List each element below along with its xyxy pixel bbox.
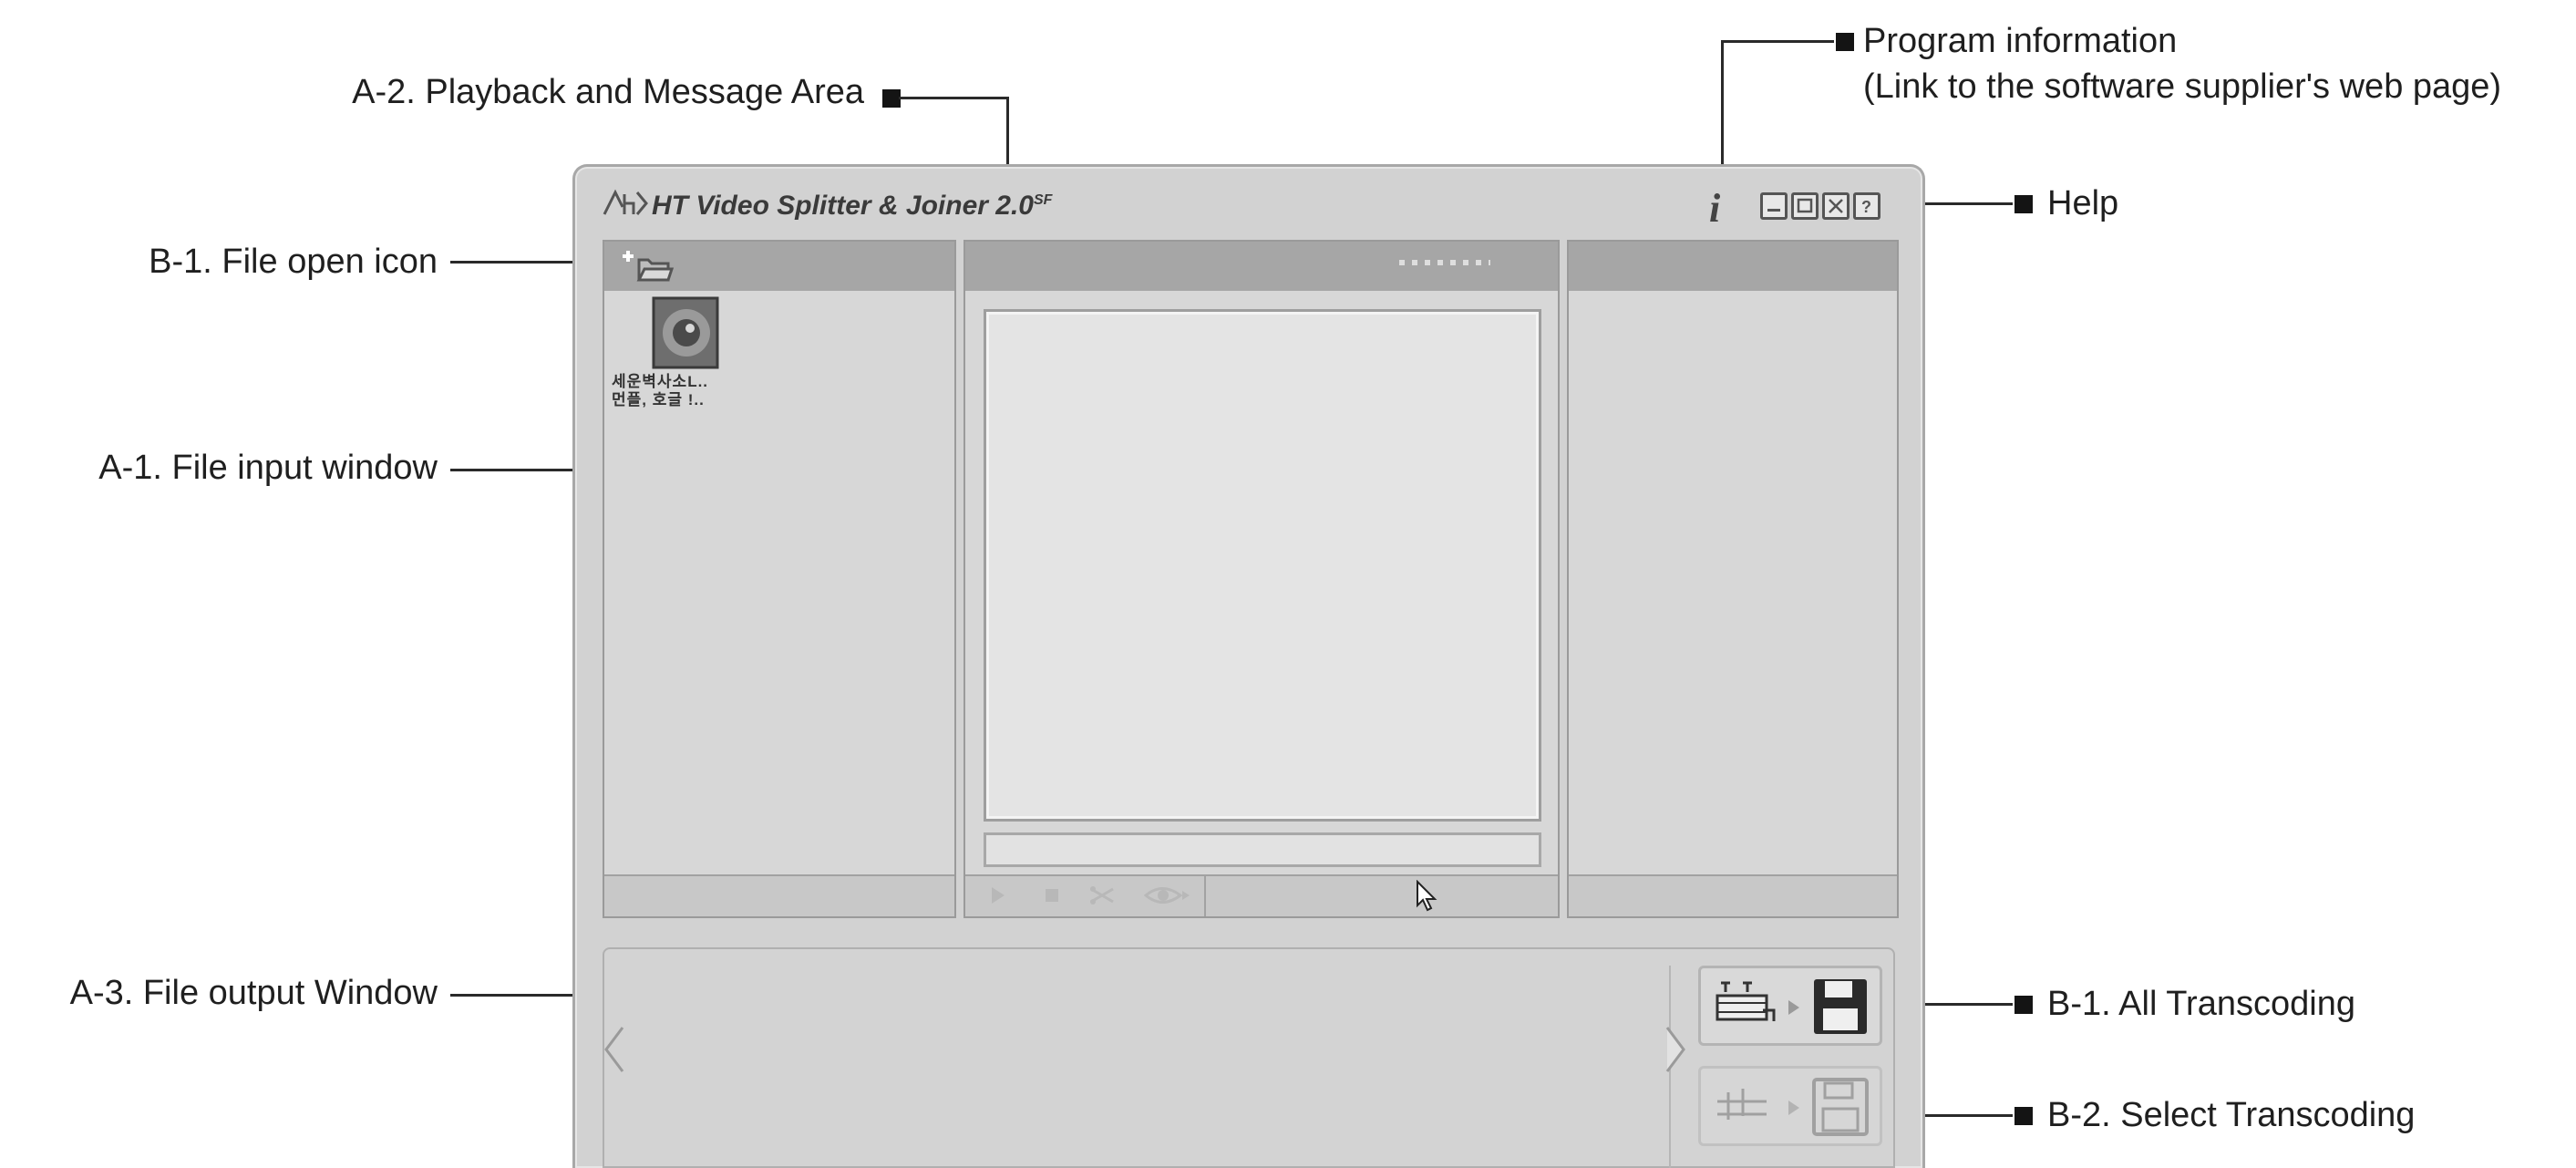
minimize-button[interactable] [1760, 192, 1788, 220]
all-transcoding-callout: B-1. All Transcoding [2047, 985, 2355, 1023]
file-list-panel[interactable] [1567, 240, 1899, 918]
mouse-cursor-icon [1416, 879, 1439, 917]
playback-area-marker [882, 89, 901, 108]
playback-area-leader-horizontal [899, 97, 1008, 99]
playback-controls [965, 874, 1558, 916]
scissors-icon[interactable] [1089, 885, 1117, 910]
file-list-panel-footer [1569, 874, 1897, 916]
title-bar[interactable]: HT Video Splitter & Joiner 2.0SF i ? [575, 167, 1922, 240]
help-icon: ? [1861, 198, 1871, 216]
playback-panel [963, 240, 1560, 918]
controls-divider [1204, 876, 1206, 916]
close-button[interactable] [1822, 192, 1850, 220]
app-window: HT Video Splitter & Joiner 2.0SF i ? 세운벽… [572, 164, 1925, 1168]
media-thumbnail-label: 세운벽사소L.. [612, 373, 709, 390]
program-info-leader-vertical [1721, 40, 1724, 177]
all-transcoding-button[interactable] [1698, 966, 1882, 1046]
minimize-icon [1767, 209, 1780, 212]
playback-area-callout: A-2. Playback and Message Area [352, 73, 864, 111]
file-input-panel-header [604, 242, 954, 291]
file-open-icon-callout: B-1. File open icon [149, 243, 438, 281]
program-info-leader-horizontal [1721, 40, 1834, 43]
select-film-to-disk-icon [1717, 1078, 1869, 1136]
app-logo [603, 189, 648, 221]
media-thumbnail-label-2: 먼플, 호글 !.. [612, 391, 705, 408]
help-callout: Help [2047, 184, 2119, 222]
scroll-right-icon[interactable] [1664, 1024, 1687, 1080]
scroll-left-icon[interactable] [603, 1024, 626, 1080]
play-icon[interactable] [989, 885, 1007, 910]
help-leader [1911, 202, 2013, 205]
select-transcoding-marker [2014, 1107, 2033, 1125]
file-open-icon[interactable] [621, 247, 675, 288]
stop-icon[interactable] [1044, 887, 1060, 908]
info-icon[interactable]: i [1709, 185, 1720, 232]
select-transcoding-callout: B-2. Select Transcoding [2047, 1096, 2416, 1134]
file-output-window[interactable] [603, 947, 1895, 1168]
program-info-marker [1836, 33, 1854, 51]
app-title: HT Video Splitter & Joiner 2.0SF [652, 191, 1053, 221]
file-input-window-callout: A-1. File input window [98, 449, 438, 487]
file-output-window-callout: A-3. File output Window [69, 974, 438, 1012]
select-transcoding-button[interactable] [1698, 1066, 1882, 1146]
help-button[interactable]: ? [1853, 192, 1880, 220]
close-icon [1829, 199, 1843, 213]
eye-icon[interactable] [1143, 884, 1191, 912]
playback-panel-header [965, 242, 1558, 291]
program-info-callout: Program information [1863, 22, 2178, 60]
maximize-icon [1797, 198, 1813, 213]
program-info-sub-callout: (Link to the software supplier's web pag… [1863, 67, 2502, 106]
file-input-panel[interactable]: 세운벽사소L.. 먼플, 호글 !.. [603, 240, 956, 918]
file-list-panel-header [1569, 242, 1897, 291]
all-transcoding-marker [2014, 996, 2033, 1014]
playback-screen[interactable] [984, 309, 1541, 822]
film-to-disk-icon [1716, 979, 1867, 1034]
message-bar [984, 832, 1541, 867]
svg-text:?: ? [1861, 198, 1871, 216]
help-marker [2014, 195, 2033, 213]
file-input-panel-footer [604, 874, 954, 916]
playback-status-dots [1399, 260, 1490, 265]
maximize-button[interactable] [1791, 192, 1819, 220]
media-thumbnail[interactable] [646, 296, 721, 369]
